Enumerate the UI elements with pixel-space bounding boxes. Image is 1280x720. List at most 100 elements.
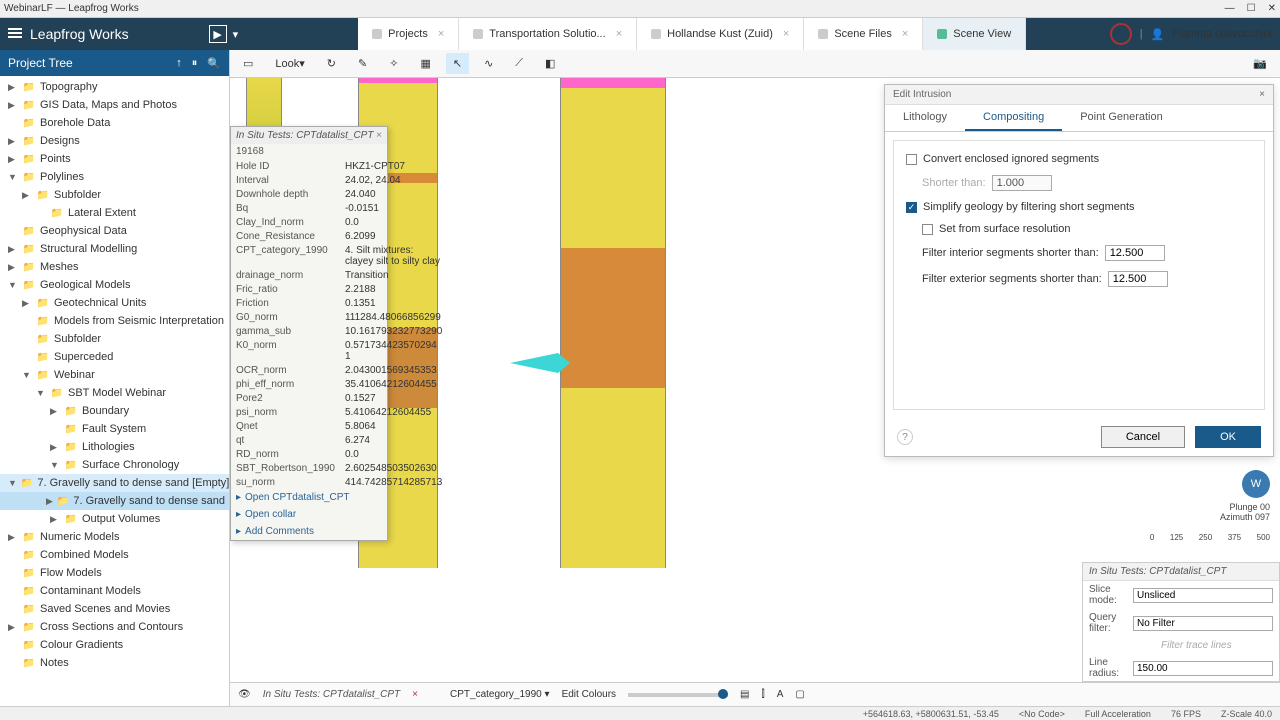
tree-item[interactable]: 📁Fault System (0, 420, 229, 438)
attribute-select[interactable]: CPT_category_1990 ▾ (450, 689, 550, 700)
interior-input[interactable] (1105, 245, 1165, 261)
workspace-tab[interactable]: Projects× (358, 18, 459, 50)
panel-tab[interactable]: Point Generation (1062, 105, 1181, 131)
plane-icon[interactable]: ▦ (413, 53, 437, 74)
props-input[interactable] (1133, 616, 1273, 631)
tree-item[interactable]: ▶📁Geotechnical Units (0, 294, 229, 312)
ok-button[interactable]: OK (1195, 426, 1261, 448)
eye-icon[interactable]: 👁 (238, 689, 251, 700)
draw-icon[interactable]: ∿ (477, 53, 500, 74)
tree-item[interactable]: ▶📁Output Volumes (0, 510, 229, 528)
pause-icon[interactable]: ⏸ (192, 57, 198, 70)
tree-item[interactable]: ▶📁Structural Modelling (0, 240, 229, 258)
tree-item[interactable]: 📁Lateral Extent (0, 204, 229, 222)
info-table: Hole IDHKZ1-CPT07Interval24.02, 24.04Dow… (231, 159, 447, 489)
panel-subtitle: 19168 (231, 144, 387, 159)
tree-item[interactable]: 📁Colour Gradients (0, 636, 229, 654)
tree-item[interactable]: 📁Superceded (0, 348, 229, 366)
checkbox[interactable] (906, 154, 917, 165)
checkbox[interactable] (922, 224, 933, 235)
info-link[interactable]: ▸Open CPTdatalist_CPT (231, 489, 387, 506)
maximize-icon[interactable]: ☐ (1247, 3, 1256, 14)
user-area[interactable]: | 👤 Fiamma Giovacchini (1110, 23, 1272, 45)
tree-item[interactable]: ▶📁GIS Data, Maps and Photos (0, 96, 229, 114)
exterior-input[interactable] (1108, 271, 1168, 287)
tree-item[interactable]: ▼📁Polylines (0, 168, 229, 186)
object-name[interactable]: In Situ Tests: CPTdatalist_CPT (263, 689, 400, 700)
tree-item[interactable]: ▶📁Points (0, 150, 229, 168)
tree-item[interactable]: 📁Notes (0, 654, 229, 672)
tree-item[interactable]: ▶📁Numeric Models (0, 528, 229, 546)
central-icon[interactable] (1110, 23, 1132, 45)
edit-colours-button[interactable]: Edit Colours (562, 689, 616, 700)
tree-item[interactable]: 📁Borehole Data (0, 114, 229, 132)
tree-item[interactable]: 📁Saved Scenes and Movies (0, 600, 229, 618)
tree-item[interactable]: 📁Contaminant Models (0, 582, 229, 600)
tree-item[interactable]: ▶📁7. Gravelly sand to dense sand (0, 492, 229, 510)
orbit-icon[interactable]: ↻ (320, 53, 343, 74)
tree-item[interactable]: ▶📁Lithologies (0, 438, 229, 456)
ruler-icon[interactable]: ⟋ (508, 53, 530, 74)
props-input[interactable] (1133, 588, 1273, 603)
info-value: 6.274 (340, 433, 447, 447)
info-link[interactable]: ▸Add Comments (231, 523, 387, 540)
help-icon[interactable]: ? (897, 429, 913, 445)
tree-item[interactable]: ▶📁Designs (0, 132, 229, 150)
camera-icon[interactable]: 📷 (1246, 53, 1274, 74)
axis-icon[interactable]: ⫿ (761, 689, 764, 700)
select-tool-icon[interactable]: ▭ (236, 53, 260, 74)
panel-tab[interactable]: Lithology (885, 105, 965, 131)
close-icon[interactable]: × (1259, 89, 1265, 100)
move-icon[interactable]: ✧ (382, 53, 405, 74)
arrow-icon[interactable]: ↖ (446, 53, 469, 74)
minimize-icon[interactable]: — (1225, 3, 1235, 14)
compass-icon[interactable]: W (1242, 470, 1270, 498)
up-icon[interactable]: ↑ (176, 57, 182, 70)
info-value: 2.602548503502630 (340, 461, 447, 475)
cancel-button[interactable]: Cancel (1101, 426, 1185, 448)
scene-3d[interactable]: In Situ Tests: CPTdatalist_CPT × 19168 H… (230, 78, 1280, 682)
close-icon[interactable]: × (376, 130, 382, 141)
text-icon[interactable]: A (777, 689, 784, 700)
legend-icon[interactable]: ▤ (740, 689, 749, 700)
tree-item[interactable]: ▼📁Webinar (0, 366, 229, 384)
workspace-tab[interactable]: Scene View (923, 18, 1026, 50)
box-icon[interactable]: ▢ (795, 689, 804, 700)
borehole-column[interactable] (560, 78, 666, 568)
info-key: RD_norm (231, 447, 340, 461)
tree-item[interactable]: ▼📁7. Gravelly sand to dense sand [Empty]… (0, 474, 229, 492)
panel-tabs: LithologyCompositingPoint Generation (885, 105, 1273, 132)
project-tree[interactable]: ▶📁Topography▶📁GIS Data, Maps and Photos📁… (0, 76, 229, 706)
close-icon[interactable]: × (412, 689, 418, 700)
tree-item[interactable]: ▶📁Meshes (0, 258, 229, 276)
erase-icon[interactable]: ◧ (538, 53, 562, 74)
panel-tab[interactable]: Compositing (965, 105, 1062, 131)
info-link[interactable]: ▸Open collar (231, 506, 387, 523)
tree-item[interactable]: ▼📁Surface Chronology (0, 456, 229, 474)
props-input[interactable] (1133, 661, 1273, 676)
workspace-tab[interactable]: Scene Files× (804, 18, 923, 50)
tree-item[interactable]: ▶📁Topography (0, 78, 229, 96)
tree-item[interactable]: 📁Geophysical Data (0, 222, 229, 240)
tree-item[interactable]: 📁Combined Models (0, 546, 229, 564)
tree-item[interactable]: ▶📁Cross Sections and Contours (0, 618, 229, 636)
tree-item[interactable]: ▶📁Subfolder (0, 186, 229, 204)
tree-item[interactable]: ▼📁Geological Models (0, 276, 229, 294)
properties-panel: In Situ Tests: CPTdatalist_CPT Slice mod… (1082, 562, 1280, 682)
workspace-tab[interactable]: Hollandse Kust (Zuid)× (637, 18, 804, 50)
status-bar: +564618.63, +5800631.51, -53.45 <No Code… (0, 706, 1280, 720)
tree-item[interactable]: ▼📁SBT Model Webinar (0, 384, 229, 402)
close-icon[interactable]: ✕ (1268, 3, 1276, 14)
tree-item[interactable]: 📁Subfolder (0, 330, 229, 348)
tree-item[interactable]: 📁Flow Models (0, 564, 229, 582)
edit-icon[interactable]: ✎ (351, 53, 374, 74)
workspace-tab[interactable]: Transportation Solutio...× (459, 18, 637, 50)
tree-item[interactable]: ▶📁Boundary (0, 402, 229, 420)
play-icon[interactable]: ▶ (209, 25, 227, 43)
chevron-down-icon[interactable]: ▾ (233, 28, 239, 41)
checkbox[interactable]: ✓ (906, 202, 917, 213)
search-icon[interactable]: 🔍 (207, 57, 221, 70)
tree-item[interactable]: 📁Models from Seismic Interpretation (0, 312, 229, 330)
opacity-slider[interactable] (628, 693, 728, 697)
look-button[interactable]: Look ▾ (268, 53, 311, 74)
